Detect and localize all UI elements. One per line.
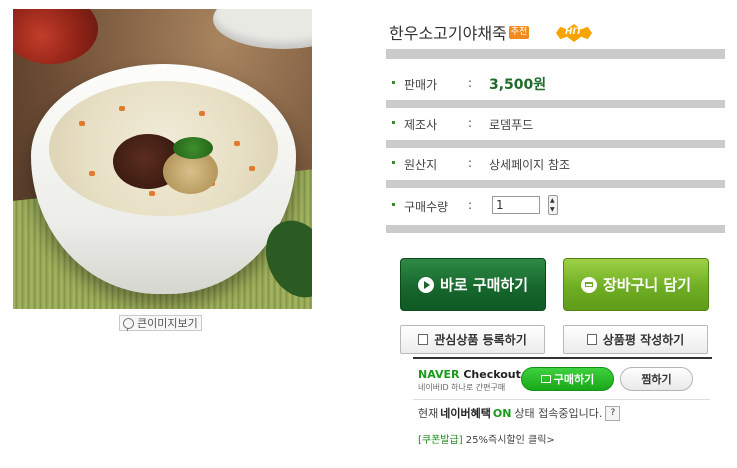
zoom-icon bbox=[123, 317, 134, 331]
hit-badge: HIT bbox=[556, 24, 592, 42]
stepper-up-icon[interactable]: ▲ bbox=[550, 198, 555, 204]
colon: : bbox=[468, 156, 473, 170]
add-cart-label: 장바구니 담기 bbox=[602, 276, 692, 294]
status-suffix: 상태 접속중입니다. bbox=[514, 407, 603, 420]
zoom-image-button[interactable]: 큰이미지보기 bbox=[119, 315, 202, 331]
naver-checkout-subtitle: 네이버ID 하나로 간편구매 bbox=[418, 383, 506, 392]
bullet-icon bbox=[392, 161, 395, 164]
buy-now-button[interactable]: 바로 구매하기 bbox=[400, 258, 546, 311]
naver-logo-text: NAVER bbox=[418, 368, 460, 381]
separator-bar bbox=[386, 225, 725, 233]
product-title: 한우소고기야채죽 bbox=[389, 24, 507, 43]
origin-label: 원산지 bbox=[404, 158, 438, 172]
naver-checkout-logo: NAVER Checkout bbox=[418, 368, 521, 381]
price-label: 판매가 bbox=[404, 78, 438, 92]
maker-label: 제조사 bbox=[404, 118, 438, 132]
coupon-link[interactable]: [쿠폰발급] 25%즉시할인 클릭> bbox=[418, 431, 555, 446]
separator-bar bbox=[386, 180, 725, 188]
naver-status-line: 현재 네이버혜택 ON 상태 접속중입니다. ? bbox=[418, 405, 621, 421]
arrow-circle-icon bbox=[417, 276, 434, 293]
status-prefix: 현재 bbox=[418, 407, 439, 420]
write-review-button[interactable]: 상품평 작성하기 bbox=[563, 325, 708, 354]
quantity-label: 구매수량 bbox=[404, 200, 449, 214]
help-icon[interactable]: ? bbox=[605, 405, 621, 421]
product-title-row: 한우소고기야채죽 추천 bbox=[389, 20, 530, 44]
naver-wish-label: 찜하기 bbox=[641, 373, 672, 386]
maker-value: 로뎀푸드 bbox=[489, 118, 534, 132]
hit-badge-label: HIT bbox=[565, 27, 583, 37]
bullet-icon bbox=[392, 203, 395, 206]
cart-icon bbox=[540, 375, 551, 383]
naver-buy-label: 구매하기 bbox=[553, 373, 595, 386]
add-cart-button[interactable]: 장바구니 담기 bbox=[563, 258, 709, 311]
checkout-logo-text: Checkout bbox=[463, 368, 521, 381]
bullet-icon bbox=[392, 121, 395, 124]
wishlist-label: 관심상품 등록하기 bbox=[434, 333, 527, 347]
origin-value: 상세페이지 참조 bbox=[489, 158, 571, 172]
naver-wish-button[interactable]: 찜하기 bbox=[620, 367, 693, 391]
colon: : bbox=[468, 198, 473, 212]
buy-now-label: 바로 구매하기 bbox=[439, 276, 529, 294]
stepper-down-icon[interactable]: ▼ bbox=[550, 207, 555, 213]
quantity-input[interactable]: 1 bbox=[492, 196, 540, 214]
pencil-icon bbox=[586, 334, 597, 345]
naver-checkout-box: NAVER Checkout 네이버ID 하나로 간편구매 구매하기 찜하기 bbox=[413, 359, 710, 400]
separator-bar bbox=[386, 100, 725, 108]
colon: : bbox=[468, 116, 473, 130]
wishlist-button[interactable]: 관심상품 등록하기 bbox=[400, 325, 545, 354]
separator-bar bbox=[386, 140, 725, 148]
coupon-text: 25%즉시할인 클릭> bbox=[465, 435, 555, 446]
recommend-badge: 추천 bbox=[508, 25, 530, 39]
colon: : bbox=[468, 76, 473, 90]
cart-icon bbox=[580, 276, 597, 293]
status-benefit: 네이버혜택 bbox=[440, 407, 491, 420]
separator-bar bbox=[386, 49, 725, 59]
bullet-icon bbox=[392, 81, 395, 84]
naver-buy-button[interactable]: 구매하기 bbox=[521, 367, 614, 391]
zoom-label: 큰이미지보기 bbox=[137, 317, 198, 330]
write-review-label: 상품평 작성하기 bbox=[602, 333, 685, 347]
status-on: ON bbox=[492, 406, 512, 420]
document-icon bbox=[418, 334, 429, 345]
price-value: 3,500원 bbox=[489, 77, 547, 93]
quantity-stepper[interactable]: ▲ ▼ bbox=[548, 195, 558, 215]
coupon-tag: [쿠폰발급] bbox=[418, 435, 463, 446]
image-greens bbox=[173, 137, 213, 159]
product-image[interactable] bbox=[13, 9, 312, 309]
